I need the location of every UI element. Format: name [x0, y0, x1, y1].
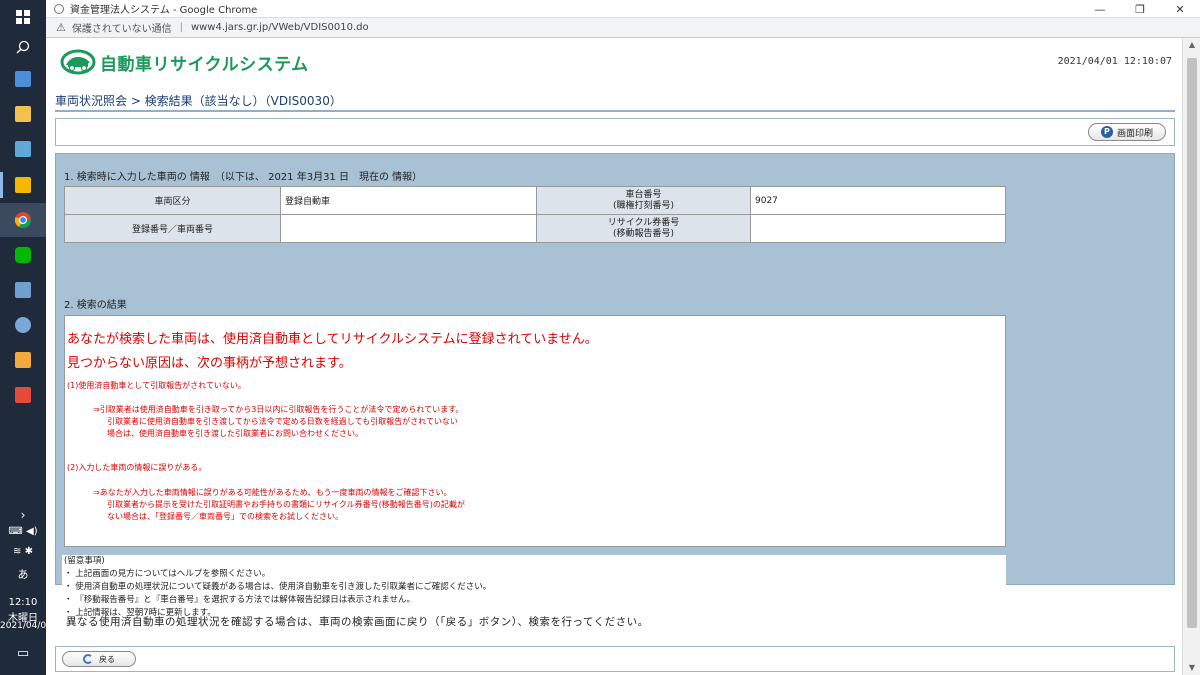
table-value-cell [280, 214, 537, 243]
vehicle-info-table: 車両区分 登録自動車 車台番号 (職権打刻番号) 9027 登録番号／車両番号 … [64, 186, 1006, 243]
chrome-icon[interactable] [0, 203, 46, 237]
instruction-message: 異なる使用済自動車の処理状況を確認する場合は、車両の検索画面に戻り（「戻る」ボタ… [66, 616, 649, 628]
notes-box: (留意事項) ・ 上記画面の見方についてはヘルプを参照ください。 ・ 使用済自動… [62, 555, 1006, 619]
back-arrow-icon [83, 654, 93, 664]
warning-icon[interactable]: ⚠ [56, 21, 66, 34]
current-datetime: 2021/04/01 12:10:07 [1057, 56, 1172, 67]
security-status[interactable]: 保護されていない通信 [72, 20, 172, 35]
reason-2-line: ない場合は、「登録番号／車両番号」での検索をお試しください。 [107, 512, 343, 521]
table-value-cell [750, 214, 1006, 243]
table-header-cell: リサイクル券番号 (移動報告番号) [536, 214, 751, 243]
photos-app-icon[interactable] [0, 132, 46, 166]
table-value-cell: 9027 [750, 186, 1006, 215]
recycle-car-logo-icon [60, 49, 96, 75]
vehicle-info-section-title: 1. 検索時に入力した車両の 情報 （以下は、 2021 年3月31 日 現在の… [64, 172, 423, 183]
table-row: 登録番号／車両番号 リサイクル券番号 (移動報告番号) [64, 214, 1006, 243]
back-button[interactable]: 戻る [62, 651, 136, 667]
notes-app-icon[interactable] [0, 168, 46, 202]
reason-1-title: (1)使用済自動車として引取報告がされていない。 [67, 381, 246, 390]
print-screen-button[interactable]: P 画面印刷 [1088, 123, 1166, 141]
print-icon: P [1100, 126, 1113, 138]
search-result-section-title: 2. 検索の結果 [64, 300, 127, 311]
note-item: ・ 使用済自動車の処理状況について疑義がある場合は、使用済自動車を引き渡した引取… [64, 582, 492, 592]
table-header-cell: 車両区分 [64, 186, 281, 215]
reason-2-line: ⇒あなたが入力した車両情報に誤りがある可能性があるため、もう一度車両の情報をご確… [93, 488, 452, 497]
table-row: 車両区分 登録自動車 車台番号 (職権打刻番号) 9027 [64, 186, 1006, 215]
minimize-icon[interactable]: — [1080, 0, 1120, 18]
reason-1-line: 引取業者に使用済自動車を引き渡してから法令で定める日数を経過しても引取報告がされ… [107, 417, 458, 426]
main-panel: 1. 検索時に入力した車両の 情報 （以下は、 2021 年3月31 日 現在の… [55, 153, 1175, 619]
restore-icon[interactable]: ❐ [1120, 0, 1160, 18]
power-app-icon[interactable] [0, 378, 46, 412]
site-logo: 自動車リサイクルシステム [60, 48, 309, 76]
page-content: 自動車リサイクルシステム 2021/04/01 12:10:07 車両状況照会 … [46, 38, 1182, 675]
reason-1-line: 場合は、使用済自動車を引き渡した引取業者にお問い合わせください。 [107, 429, 363, 438]
header-line: (移動報告番号) [612, 228, 675, 239]
clock-date[interactable]: 2021/04/01 [0, 621, 52, 631]
note-item: ・ 『移動報告番号』と『車台番号』を選択する方法では解体報告記録日は表示されませ… [64, 595, 415, 605]
table-header-cell: 車台番号 (職権打刻番号) [536, 186, 751, 215]
line-app-icon[interactable] [0, 238, 46, 272]
logo-text: 自動車リサイクルシステム [100, 54, 309, 75]
reason-1-line: ⇒引取業者は使用済自動車を引き取ってから3日以内に引取報告を行うことが法令で定め… [93, 405, 464, 414]
network-volume-icons[interactable]: ⌨ ◀︎) [0, 526, 46, 537]
clock-time[interactable]: 12:10 [0, 597, 46, 608]
page-scrollbar[interactable]: ▲ ▼ [1182, 38, 1200, 675]
close-icon[interactable]: ✕ [1160, 0, 1200, 18]
notes-title: (留意事項) [64, 556, 105, 566]
reason-2-title: (2)入力した車両の情報に誤りがある。 [67, 463, 207, 472]
search-result-box: あなたが検索した車両は、使用済自動車としてリサイクルシステムに登録されていません… [64, 315, 1006, 547]
archive-app-icon[interactable] [0, 343, 46, 377]
chrome-window: 資金管理法人システム - Google Chrome — ❐ ✕ ⚠ 保護されて… [46, 0, 1200, 675]
table-value-cell: 登録自動車 [280, 186, 537, 215]
header-divider [55, 110, 1175, 112]
result-headline: あなたが検索した車両は、使用済自動車としてリサイクルシステムに登録されていません… [67, 332, 598, 347]
page-favicon-icon [54, 3, 64, 14]
windows-start-icon[interactable] [0, 0, 46, 34]
breadcrumb: 車両状況照会 > 検索結果（該当なし）（VDIS0030） [55, 94, 342, 108]
print-panel: P 画面印刷 [55, 118, 1175, 146]
window-title: 資金管理法人システム - Google Chrome [70, 5, 258, 16]
header-line: リサイクル券番号 [607, 217, 680, 228]
paint-app-icon[interactable] [0, 308, 46, 342]
scroll-down-icon[interactable]: ▼ [1183, 661, 1200, 675]
note-item: ・ 上記画面の見方についてはヘルプを参照ください。 [64, 569, 271, 579]
reason-2-line: 引取業者から提示を受けた引取証明書やお手持ちの書類にリサイクル券番号(移動報告番… [107, 500, 465, 509]
scroll-up-icon[interactable]: ▲ [1183, 38, 1200, 52]
back-panel: 戻る [55, 646, 1175, 672]
table-header-cell: 登録番号／車両番号 [64, 214, 281, 243]
chevron-up-icon[interactable]: › [0, 508, 46, 522]
notification-icon[interactable]: ▭ [0, 646, 46, 661]
print-button-label: 画面印刷 [1116, 128, 1153, 139]
header-line: (職権打刻番号) [612, 200, 675, 211]
header-line: 車台番号 [625, 189, 662, 200]
url-text[interactable]: www4.jars.gr.jp/VWeb/VDIS0010.do [191, 22, 369, 33]
editor-app-icon[interactable] [0, 273, 46, 307]
search-icon[interactable] [0, 30, 46, 64]
window-titlebar: 資金管理法人システム - Google Chrome — ❐ ✕ [46, 0, 1200, 18]
file-explorer-icon[interactable] [0, 97, 46, 131]
ime-indicator[interactable]: あ [0, 566, 46, 582]
laptop-app-icon[interactable] [0, 62, 46, 96]
back-button-label: 戻る [99, 654, 115, 664]
scrollbar-thumb[interactable] [1187, 58, 1197, 628]
address-bar[interactable]: ⚠ 保護されていない通信 | www4.jars.gr.jp/VWeb/VDIS… [46, 18, 1200, 38]
result-subheadline: 見つからない原因は、次の事柄が予想されます。 [67, 356, 352, 371]
windows-taskbar: › ⌨ ◀︎) ≋ ✱ あ 12:10 木曜日 2021/04/01 ▭ [0, 0, 52, 675]
wifi-bluetooth-icons[interactable]: ≋ ✱ [0, 546, 46, 557]
